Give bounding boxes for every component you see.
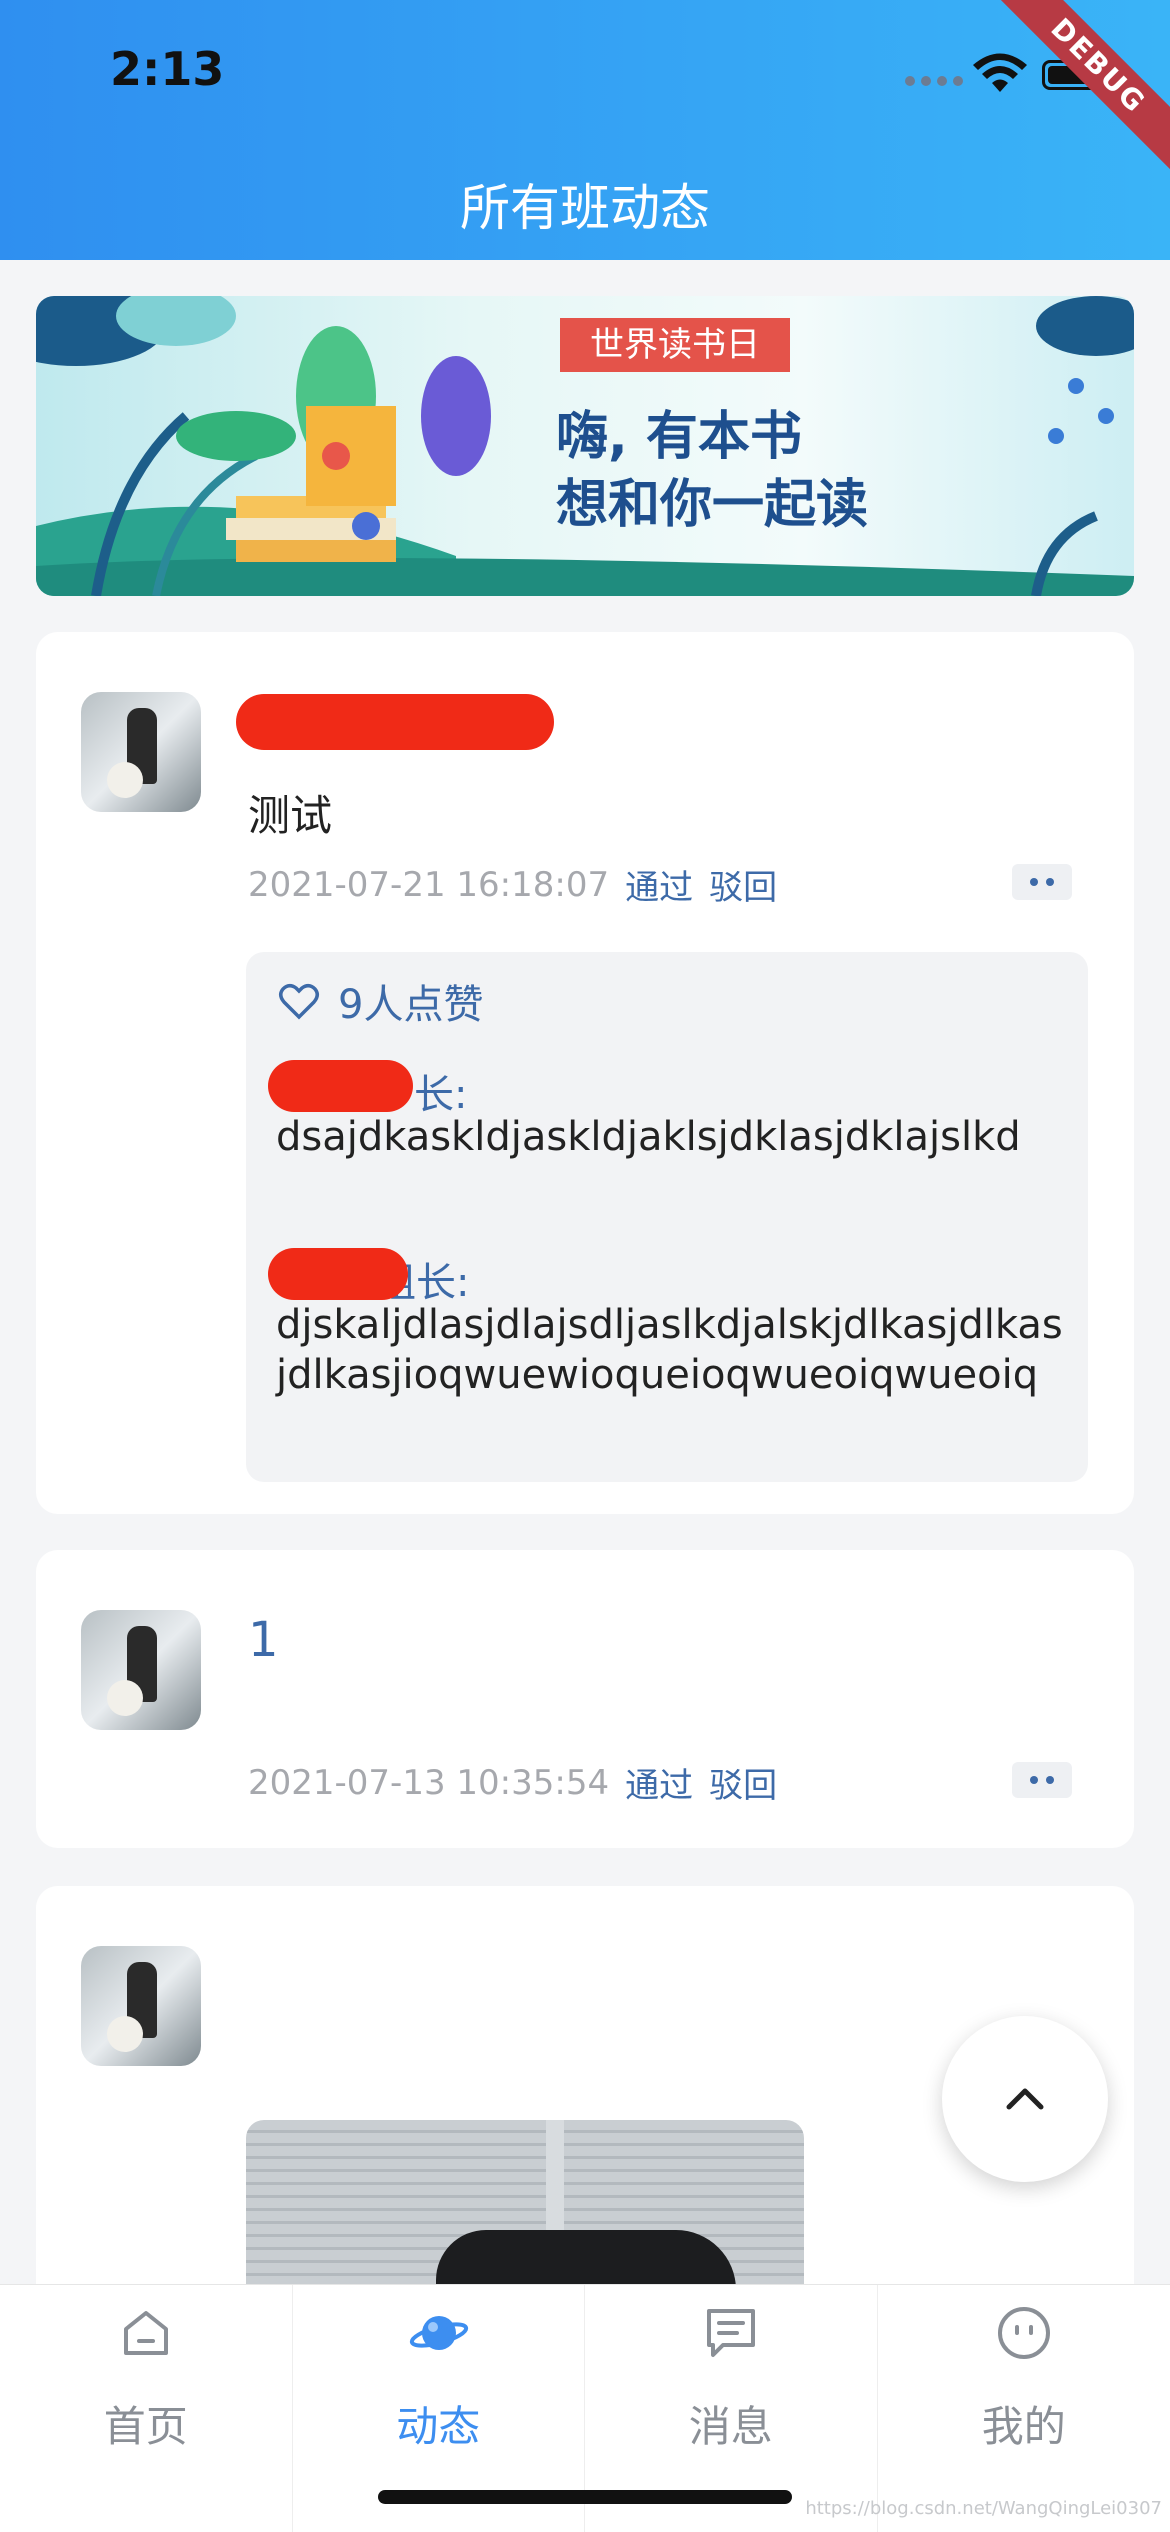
banner-tag: 世界读书日 xyxy=(560,318,790,372)
redacted-author-name xyxy=(236,694,554,750)
promo-banner[interactable]: 世界读书日 嗨, 有本书 想和你一起读 xyxy=(36,296,1134,596)
planet-icon xyxy=(409,2316,468,2350)
post-timestamp: 2021-07-21 16:18:07 xyxy=(248,864,610,905)
tab-label: 消息 xyxy=(688,2402,773,2451)
avatar[interactable] xyxy=(81,692,201,812)
tab-label: 我的 xyxy=(981,2402,1066,2451)
redacted-commenter xyxy=(268,1248,408,1300)
message-icon xyxy=(707,2309,755,2357)
post-text: 1 xyxy=(248,1612,279,1668)
post-meta: 2021-07-13 10:35:54 通过 驳回 xyxy=(248,1758,777,1807)
status-time: 2:13 xyxy=(110,42,225,96)
post-text: 测试 xyxy=(248,791,333,840)
banner-headline: 嗨, 有本书 xyxy=(556,407,802,467)
back-to-top-button[interactable] xyxy=(942,2016,1108,2182)
tab-label: 首页 xyxy=(103,2402,188,2451)
page-title: 所有班动态 xyxy=(460,179,710,237)
approve-button[interactable]: 通过 xyxy=(625,860,693,909)
app-header: 2:13 DEBUG 所有班动态 xyxy=(0,0,1170,260)
comment-box: 9人点赞 长: dsajdkaskldjaskldjaklsjdklasjdkl… xyxy=(246,952,1088,1482)
comment-text: dsajdkaskldjaskldjaklsjdklasjdklajslkd xyxy=(276,1114,1021,1160)
home-icon xyxy=(124,2311,168,2355)
tab-home[interactable]: 首页 xyxy=(0,2285,293,2532)
smile-icon xyxy=(997,2307,1050,2359)
likes-row: 9人点赞 xyxy=(278,972,483,1030)
avatar[interactable] xyxy=(81,1610,201,1730)
avatar[interactable] xyxy=(81,1946,201,2066)
post-timestamp: 2021-07-13 10:35:54 xyxy=(248,1762,610,1803)
chevron-up-icon xyxy=(1006,2088,1044,2110)
watermark: https://blog.csdn.net/WangQingLei0307 xyxy=(805,2498,1162,2519)
home-indicator[interactable] xyxy=(378,2490,792,2504)
more-options-button[interactable] xyxy=(1012,864,1072,900)
comment-text: djskaljdlasjdlajsdljaslkdjalskjdlkasjdlk… xyxy=(276,1302,1063,1398)
approve-button[interactable]: 通过 xyxy=(625,1758,693,1807)
signal-icon xyxy=(905,76,963,86)
likes-count: 9人点赞 xyxy=(338,982,484,1028)
heart-icon[interactable] xyxy=(278,982,320,1020)
post-card: 1 2021-07-13 10:35:54 通过 驳回 xyxy=(36,1550,1134,1848)
reject-button[interactable]: 驳回 xyxy=(709,1758,777,1807)
redacted-commenter xyxy=(268,1060,413,1112)
more-options-button[interactable] xyxy=(1012,1762,1072,1798)
tab-label: 动态 xyxy=(396,2402,481,2451)
banner-subheadline: 想和你一起读 xyxy=(556,475,869,535)
post-meta: 2021-07-21 16:18:07 通过 驳回 xyxy=(248,860,777,909)
post-card: 测试 2021-07-21 16:18:07 通过 驳回 9人点赞 长: dsa… xyxy=(36,632,1134,1514)
wifi-icon xyxy=(973,53,1027,92)
reject-button[interactable]: 驳回 xyxy=(709,860,777,909)
tab-mine[interactable]: 我的 xyxy=(878,2285,1170,2532)
